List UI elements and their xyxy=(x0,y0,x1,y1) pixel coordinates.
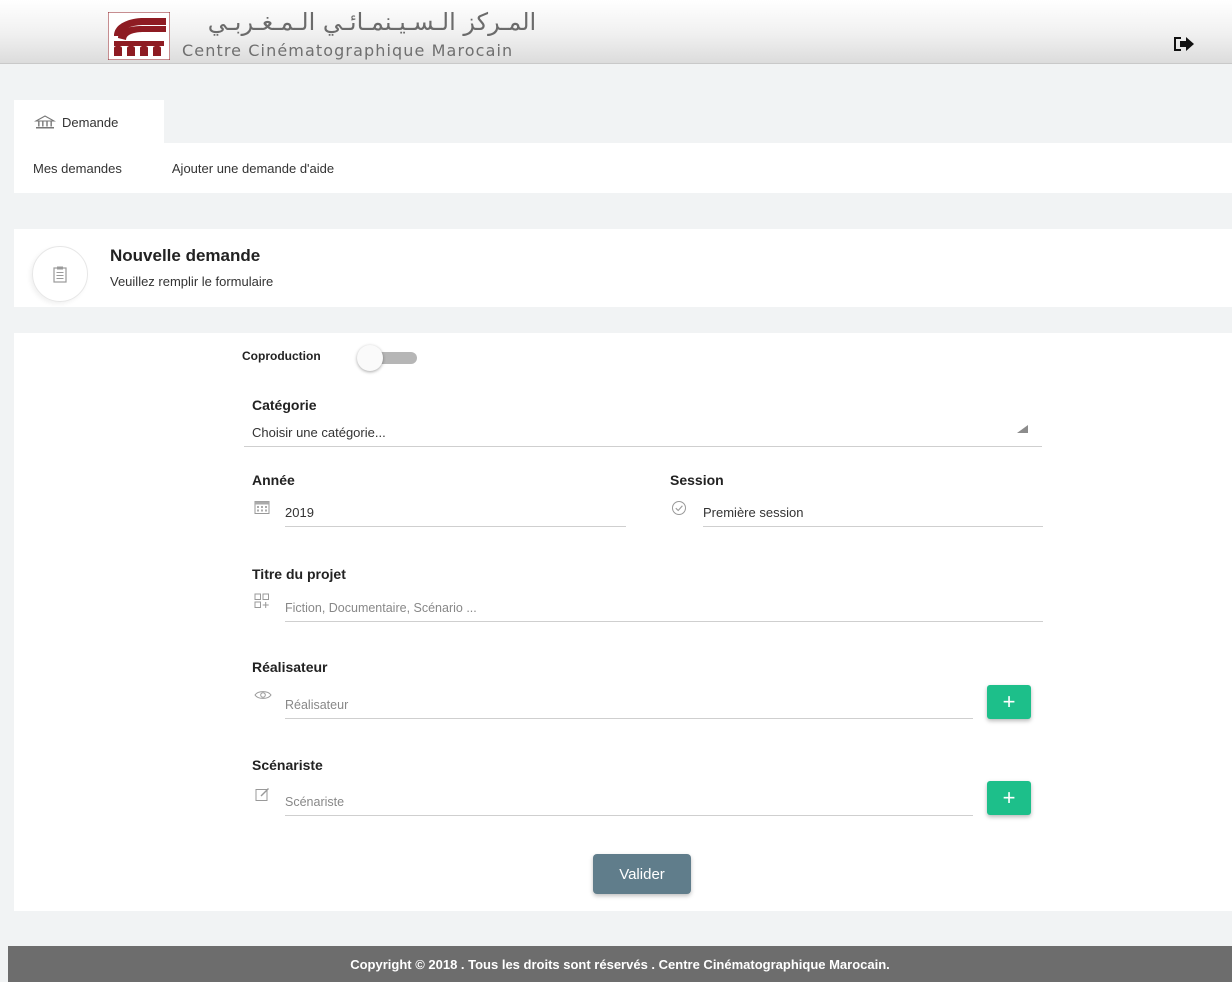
top-bar: المـركز الـسـيـنمـائـي الـمـغـربـي Centr… xyxy=(0,0,1232,64)
tab-demande-label: Demande xyxy=(62,114,119,130)
footer: Copyright © 2018 . Tous les droits sont … xyxy=(8,946,1232,982)
page-header: Nouvelle demande Veuillez remplir le for… xyxy=(14,229,1232,307)
realisateur-placeholder: Réalisateur xyxy=(285,698,349,712)
valider-button[interactable]: Valider xyxy=(593,854,691,894)
grid-add-icon xyxy=(254,593,269,608)
categorie-label: Catégorie xyxy=(252,397,317,413)
session-field[interactable]: Première session xyxy=(703,497,1043,527)
dropdown-arrow-icon xyxy=(1017,425,1028,433)
edit-icon xyxy=(255,788,269,801)
plus-icon: + xyxy=(1002,785,1016,810)
toggle-knob xyxy=(357,345,383,371)
nav-ajouter-demande[interactable]: Ajouter une demande d'aide xyxy=(172,161,334,176)
page-subtitle: Veuillez remplir le formulaire xyxy=(110,274,274,289)
check-circle-icon xyxy=(672,501,686,515)
scenariste-label: Scénariste xyxy=(252,757,323,773)
add-scenariste-button[interactable]: + xyxy=(987,781,1031,815)
eye-icon xyxy=(254,691,272,699)
nav-mes-demandes[interactable]: Mes demandes xyxy=(33,161,122,176)
session-label: Session xyxy=(670,472,724,488)
add-realisateur-button[interactable]: + xyxy=(987,685,1031,719)
scenariste-input[interactable]: Scénariste xyxy=(285,785,973,816)
annee-label: Année xyxy=(252,472,295,488)
session-value: Première session xyxy=(703,505,804,520)
logo-french-name: Centre Cinématographique Marocain xyxy=(182,41,514,60)
scenariste-placeholder: Scénariste xyxy=(285,795,345,809)
sub-navigation: Mes demandes Ajouter une demande d'aide xyxy=(14,143,1232,193)
sign-out-icon[interactable] xyxy=(1172,35,1196,53)
categorie-select[interactable]: Choisir une catégorie... xyxy=(244,420,1042,447)
annee-field[interactable]: 2019 xyxy=(285,497,626,527)
bank-icon xyxy=(34,115,56,129)
calendar-icon xyxy=(254,501,270,514)
plus-icon: + xyxy=(1002,689,1016,714)
annee-value: 2019 xyxy=(285,505,314,520)
clipboard-icon xyxy=(32,246,88,302)
page-title: Nouvelle demande xyxy=(110,246,261,265)
logo-arabic-name: المـركز الـسـيـنمـائـي الـمـغـربـي xyxy=(207,8,537,36)
ccm-logo xyxy=(108,12,170,60)
titre-input[interactable]: Fiction, Documentaire, Scénario ... xyxy=(285,592,1043,622)
tab-demande[interactable]: Demande xyxy=(14,100,164,144)
realisateur-label: Réalisateur xyxy=(252,659,328,675)
titre-label: Titre du projet xyxy=(252,566,346,582)
copyright-text: Copyright © 2018 . Tous les droits sont … xyxy=(350,956,890,972)
titre-placeholder: Fiction, Documentaire, Scénario ... xyxy=(285,601,477,615)
coproduction-label: Coproduction xyxy=(242,349,321,363)
coproduction-toggle[interactable] xyxy=(357,345,419,371)
categorie-value: Choisir une catégorie... xyxy=(252,425,386,440)
realisateur-input[interactable]: Réalisateur xyxy=(285,688,973,719)
